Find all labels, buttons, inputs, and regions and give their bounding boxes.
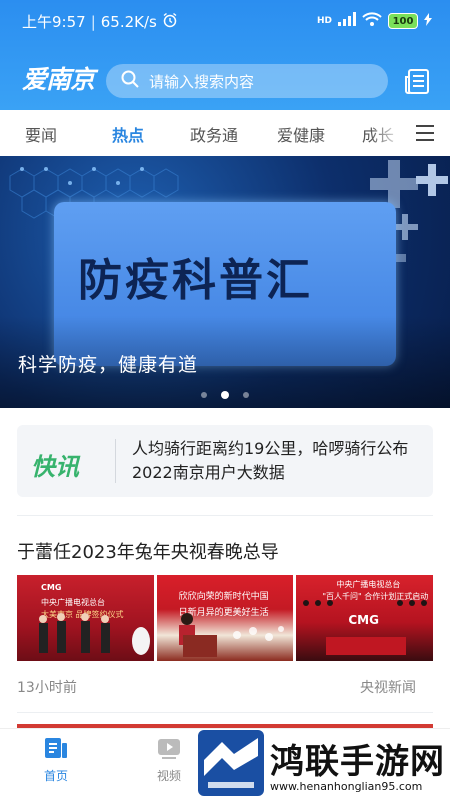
crowd-figures	[303, 600, 428, 655]
watermark-logo-icon	[198, 730, 264, 796]
search-icon	[121, 70, 139, 92]
status-separator: |	[90, 12, 96, 31]
carousel-dot[interactable]	[243, 392, 249, 398]
menu-icon[interactable]	[416, 125, 434, 141]
tab-aijiankang[interactable]: 爱健康	[277, 122, 325, 146]
status-bar: 上午9:57 | 65.2K/s HD 100	[0, 0, 450, 42]
newspaper-icon[interactable]	[404, 68, 430, 96]
divider	[17, 712, 433, 713]
category-tabs: 要闻 热点 政务通 爱健康 成长	[0, 110, 450, 156]
nav-home[interactable]: 首页	[26, 735, 86, 784]
charging-icon	[424, 12, 432, 30]
speaker-figure	[178, 613, 284, 657]
tab-yaowen[interactable]: 要闻	[25, 122, 57, 146]
hd-badge: HD	[316, 15, 332, 26]
app-logo[interactable]: 爱南京	[22, 60, 95, 96]
watermark-url: www.henanhonglian95.com	[270, 780, 423, 793]
nav-video-label: 视频	[156, 769, 181, 783]
app-header: 上午9:57 | 65.2K/s HD 100 爱南京 请输入搜索内容	[0, 0, 450, 110]
status-time: 上午9:57	[22, 13, 86, 31]
tabs-fade	[370, 110, 406, 156]
banner-carousel[interactable]: 防疫科普汇 科学防疫，健康有道	[0, 156, 450, 408]
article-time: 13小时前	[17, 680, 77, 696]
alarm-icon	[162, 12, 178, 32]
banner-title: 防疫科普汇	[78, 255, 313, 306]
flash-news-card[interactable]: 快讯 人均骑行距离约19公里，哈啰骑行公布2022南京用户大数据	[17, 425, 433, 497]
nav-video[interactable]: 视频	[139, 735, 199, 784]
article-image-3[interactable]: 中央广播电视总台 "百人千问" 合作计划正式启动 CMG	[296, 575, 434, 661]
carousel-dot[interactable]	[201, 392, 207, 398]
signal-icon	[338, 12, 356, 30]
tab-zhengwutong[interactable]: 政务通	[190, 122, 238, 146]
article-image-1[interactable]: CMG 中央广播电视总台 大美南京 品牌签约仪式	[17, 575, 154, 661]
search-input[interactable]: 请输入搜索内容	[149, 71, 254, 92]
tab-redian[interactable]: 热点	[112, 122, 144, 146]
network-speed: 65.2K/s	[100, 12, 157, 31]
flash-news-badge: 快讯	[31, 453, 79, 481]
wifi-icon	[362, 12, 382, 30]
watermark-text: 鸿联手游网	[270, 742, 445, 782]
article-title[interactable]: 于蕾任2023年兔年央视春晚总导	[17, 538, 279, 564]
people-figures	[39, 613, 150, 655]
home-icon	[43, 735, 69, 761]
article-source: 央视新闻	[360, 680, 416, 696]
video-icon	[156, 735, 182, 761]
banner-caption: 科学防疫，健康有道	[18, 354, 199, 376]
article-images[interactable]: CMG 中央广播电视总台 大美南京 品牌签约仪式 欣欣向荣的新时代中国 日新月异…	[17, 575, 434, 661]
battery-icon: 100	[388, 13, 418, 29]
flash-separator	[115, 439, 116, 483]
search-bar[interactable]: 请输入搜索内容	[106, 64, 388, 98]
nav-home-label: 首页	[43, 769, 68, 783]
flash-news-text[interactable]: 人均骑行距离约19公里，哈啰骑行公布2022南京用户大数据	[132, 437, 427, 485]
carousel-dot-active[interactable]	[221, 391, 229, 399]
carousel-indicator	[0, 391, 450, 399]
divider	[17, 515, 433, 516]
article-image-2[interactable]: 欣欣向荣的新时代中国 日新月异的更美好生活	[156, 575, 294, 661]
watermark: 鸿联手游网 www.henanhonglian95.com	[198, 726, 450, 800]
